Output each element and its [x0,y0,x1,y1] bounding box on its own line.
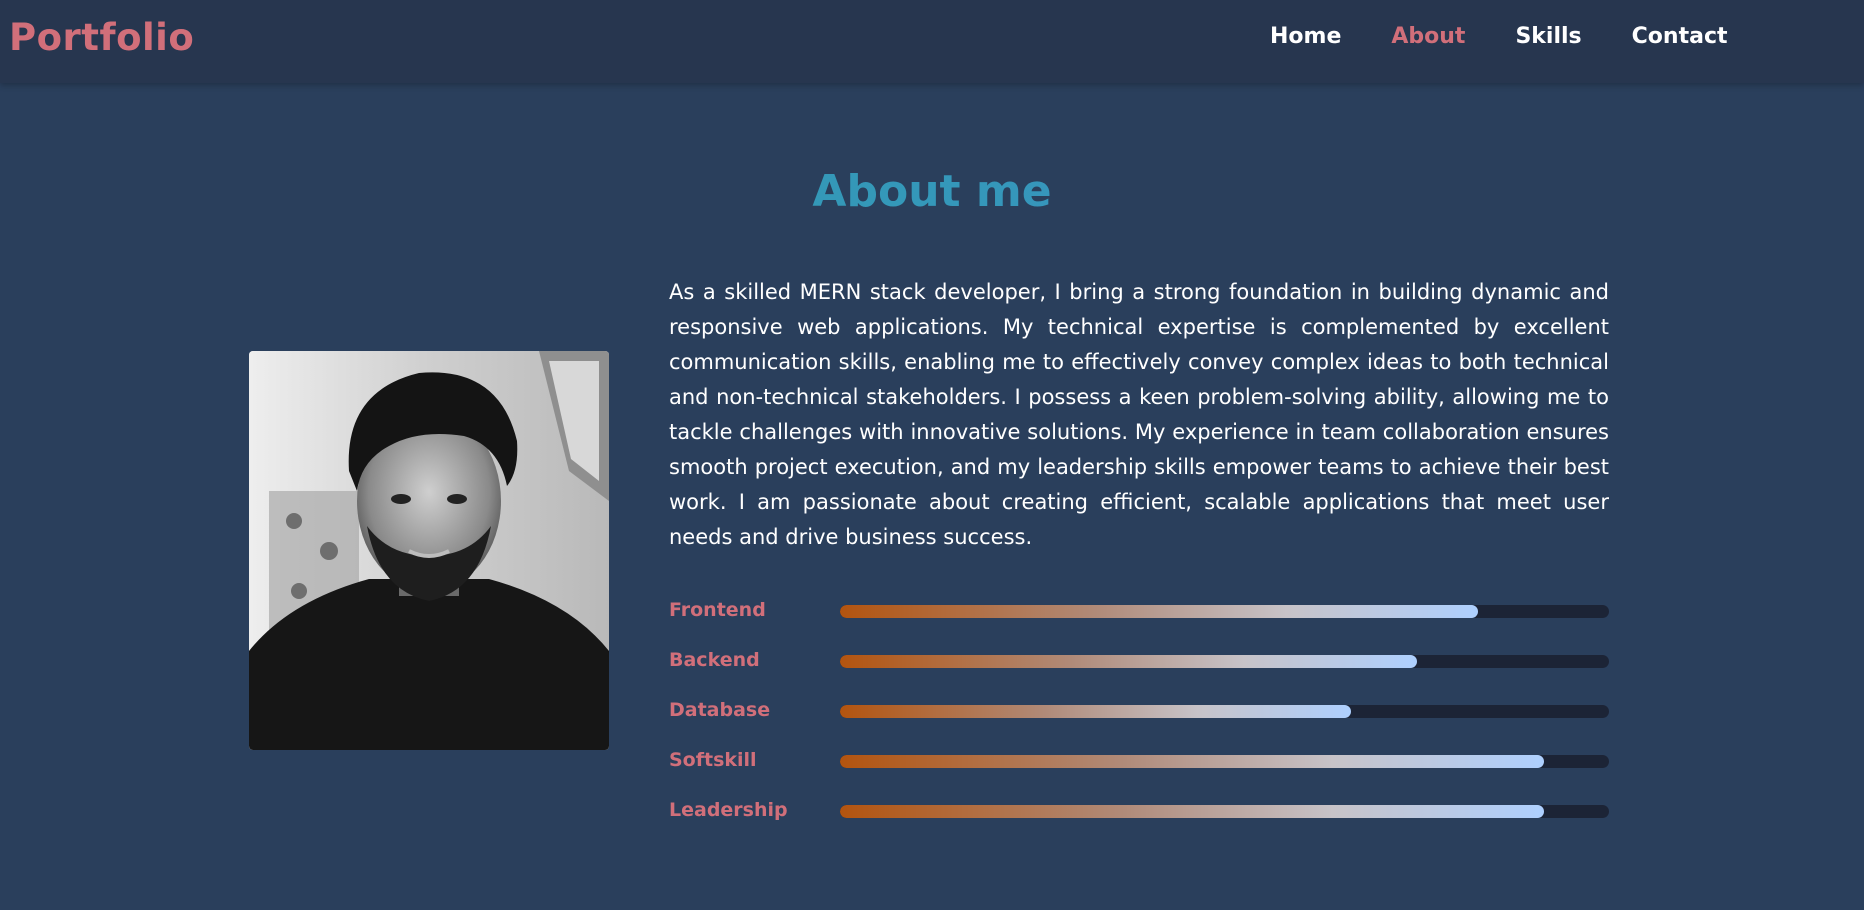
skill-row-softskill: Softskill [669,743,1609,793]
skill-row-backend: Backend [669,643,1609,693]
skills-list: Frontend Backend Database Softskill Lead… [669,593,1609,843]
skill-progress-bar [840,705,1609,718]
skill-progress-bar [840,805,1609,818]
skill-progress-fill [840,805,1544,818]
skill-progress-fill [840,755,1544,768]
skill-progress-bar [840,755,1609,768]
nav-link-contact[interactable]: Contact [1632,24,1728,49]
skill-label: Backend [669,649,760,671]
skill-label: Database [669,699,771,721]
skill-row-leadership: Leadership [669,793,1609,843]
skill-label: Frontend [669,599,766,621]
skill-label: Leadership [669,799,788,821]
skill-label: Softskill [669,749,757,771]
skill-row-frontend: Frontend [669,593,1609,643]
about-paragraph: As a skilled MERN stack developer, I bri… [669,280,1609,549]
nav-link-home[interactable]: Home [1270,24,1341,49]
brand-logo[interactable]: Portfolio [9,16,194,59]
skill-progress-fill [840,705,1352,718]
skill-progress-bar [840,605,1609,618]
profile-photo [249,351,609,750]
skill-progress-fill [840,605,1479,618]
nav-links: Home About Skills Contact [1270,24,1778,49]
skill-row-database: Database [669,693,1609,743]
skill-progress-fill [840,655,1417,668]
navbar: Portfolio Home About Skills Contact [0,0,1864,83]
nav-link-about[interactable]: About [1391,24,1465,49]
skill-progress-bar [840,655,1609,668]
nav-link-skills[interactable]: Skills [1515,24,1581,49]
about-title: About me [0,166,1864,217]
profile-photo-image [249,351,609,750]
